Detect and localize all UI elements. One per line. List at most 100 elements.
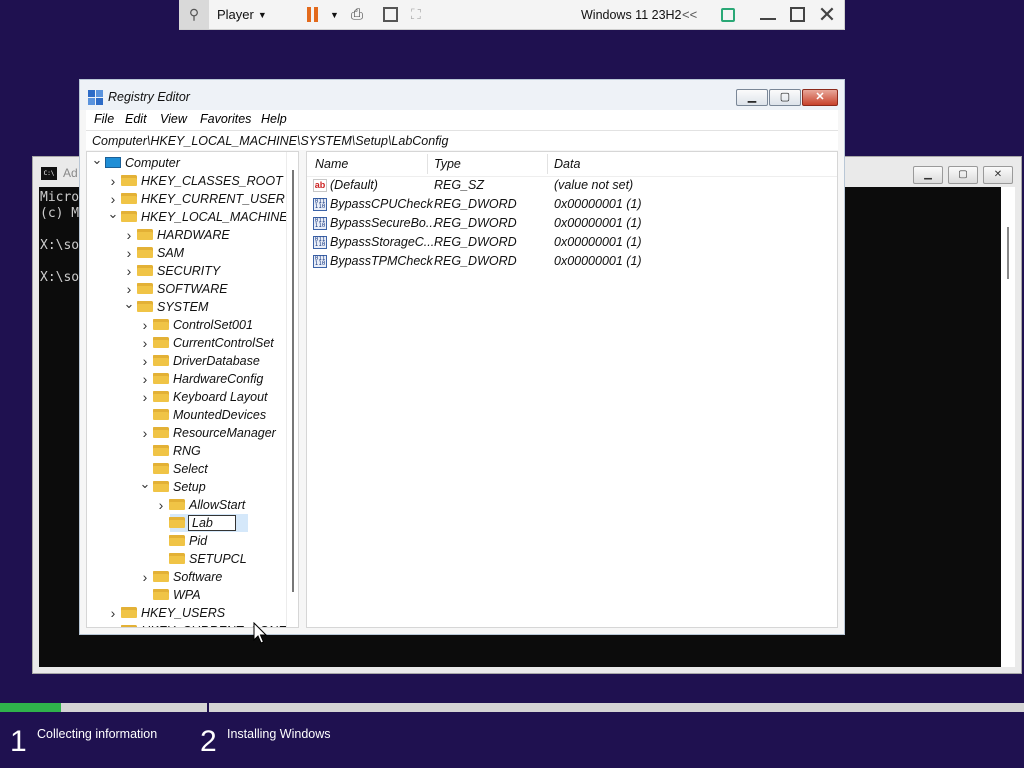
tree-item[interactable]: › HARDWARE: [121, 226, 230, 244]
folder-icon: [153, 337, 169, 348]
tree-item[interactable]: › HKEY_USERS: [105, 604, 225, 622]
tree-item-rename-field[interactable]: Lab: [188, 515, 236, 531]
chevron-right-icon[interactable]: ›: [137, 352, 153, 370]
tree-item[interactable]: › CurrentControlSet: [137, 334, 274, 352]
tree-item[interactable]: › HKEY_CLASSES_ROOT: [105, 172, 283, 190]
pause-icon[interactable]: [307, 0, 323, 29]
tree-item[interactable]: RNG: [137, 442, 201, 460]
chevron-down-icon[interactable]: ⌄: [137, 477, 153, 490]
pin-icon[interactable]: ⚲: [179, 0, 209, 29]
tree-item[interactable]: › Software: [137, 568, 223, 586]
value-row[interactable]: 011 110 BypassSecureBo... REG_DWORD 0x00000…: [307, 214, 837, 233]
tree-item[interactable]: › HKEY_CURRENT_USER: [105, 190, 285, 208]
value-row[interactable]: 011 110 BypassCPUCheck REG_DWORD 0x00000001…: [307, 195, 837, 214]
vm-name-label: Windows 11 23H2: [581, 7, 682, 22]
tree-item[interactable]: › HKEY_CURRENT_CONFIG: [105, 622, 298, 627]
address-bar[interactable]: Computer\HKEY_LOCAL_MACHINE\SYSTEM\Setup…: [86, 130, 838, 150]
chevron-right-icon[interactable]: ›: [137, 424, 153, 442]
value-row[interactable]: ab (Default) REG_SZ (value not set): [307, 176, 837, 195]
tree-item-label: WPA: [173, 588, 201, 602]
maximize-button[interactable]: ▢: [769, 89, 801, 106]
binary-value-icon: 011 110: [313, 217, 327, 230]
step-number: 1: [10, 725, 27, 758]
value-name: BypassSecureBo...: [330, 216, 437, 230]
console-maximize-button[interactable]: ▢: [948, 166, 978, 184]
tree-item[interactable]: › DriverDatabase: [137, 352, 260, 370]
tree-item[interactable]: › SOFTWARE: [121, 280, 228, 298]
chevron-right-icon[interactable]: ›: [137, 316, 153, 334]
console-scrollbar[interactable]: [1001, 187, 1015, 667]
minimize-icon[interactable]: [759, 0, 777, 29]
tree-item[interactable]: › ResourceManager: [137, 424, 276, 442]
tree-item[interactable]: › ControlSet001: [137, 316, 253, 334]
setup-progress-fill: [0, 703, 62, 712]
tree-item-label: HKEY_CLASSES_ROOT: [141, 174, 283, 188]
maximize-icon[interactable]: [788, 0, 806, 29]
folder-icon: [137, 301, 153, 312]
tree-item-label: HardwareConfig: [173, 372, 264, 386]
chevron-right-icon[interactable]: ›: [121, 262, 137, 280]
chevron-right-icon[interactable]: ›: [153, 496, 169, 514]
notes-icon[interactable]: [719, 0, 737, 29]
chevron-right-icon[interactable]: ›: [105, 622, 121, 627]
menu-view[interactable]: View: [160, 112, 187, 126]
values-list-pane[interactable]: Name Type Data ab (Default) REG_SZ (value n…: [306, 151, 838, 628]
chevron-right-icon[interactable]: ›: [121, 226, 137, 244]
tree-scrollbar[interactable]: [286, 152, 298, 627]
chevron-right-icon[interactable]: ›: [105, 604, 121, 622]
menu-edit[interactable]: Edit: [125, 112, 147, 126]
regedit-titlebar[interactable]: Registry Editor ▁ ▢ ✕: [80, 80, 844, 110]
unity-icon[interactable]: ⛶: [411, 0, 421, 29]
tree-item[interactable]: Pid: [153, 532, 207, 550]
tree-item[interactable]: › SECURITY: [121, 262, 221, 280]
folder-icon: [153, 427, 169, 438]
binary-value-icon: 011 110: [313, 236, 327, 249]
chevron-right-icon[interactable]: ›: [137, 388, 153, 406]
value-data: 0x00000001 (1): [554, 197, 642, 211]
tree-item[interactable]: › SAM: [121, 244, 184, 262]
value-row[interactable]: 011 110 BypassTPMCheck REG_DWORD 0x00000001…: [307, 252, 837, 271]
column-header-name[interactable]: Name: [315, 157, 348, 171]
chevron-down-icon[interactable]: ⌄: [89, 153, 105, 166]
chevron-right-icon[interactable]: ›: [137, 334, 153, 352]
tree-item-label: Setup: [173, 480, 206, 494]
tree-item[interactable]: ⌄ HKEY_LOCAL_MACHINE: [105, 207, 288, 226]
menu-file[interactable]: File: [94, 112, 114, 126]
tree-item[interactable]: WPA: [137, 586, 201, 604]
tree-item-label: SYSTEM: [157, 300, 209, 314]
value-row[interactable]: 011 110 BypassStorageC... REG_DWORD 0x00000…: [307, 233, 837, 252]
tree-item-label: CurrentControlSet: [173, 336, 274, 350]
close-button[interactable]: ✕: [802, 89, 838, 106]
menu-favorites[interactable]: Favorites: [200, 112, 251, 126]
menu-help[interactable]: Help: [261, 112, 287, 126]
chevron-down-icon[interactable]: ⌄: [105, 207, 121, 220]
column-header-data[interactable]: Data: [554, 157, 580, 171]
fit-guest-icon[interactable]: [380, 0, 400, 29]
tree-item[interactable]: › HardwareConfig: [137, 370, 264, 388]
tree-item[interactable]: ⌄ Setup: [137, 477, 206, 496]
collapse-toolbar-icon[interactable]: <<: [682, 0, 697, 29]
console-minimize-button[interactable]: ▁: [913, 166, 943, 184]
chevron-right-icon[interactable]: ›: [137, 568, 153, 586]
tree-item[interactable]: SETUPCL: [153, 550, 247, 568]
chevron-right-icon[interactable]: ›: [121, 244, 137, 262]
tree-item[interactable]: Lab: [153, 514, 236, 532]
key-tree-pane[interactable]: ⌄ Computer › HKEY_CLASSES_ROOT › HKEY_CURRENT…: [86, 151, 299, 628]
send-ctrl-alt-del-icon[interactable]: ⎙: [351, 0, 363, 29]
tree-item[interactable]: ⌄ SYSTEM: [121, 297, 209, 316]
chevron-down-icon[interactable]: ⌄: [121, 297, 137, 310]
tree-item[interactable]: › Keyboard Layout: [137, 388, 268, 406]
tree-item[interactable]: › AllowStart: [153, 496, 246, 514]
player-menu-button[interactable]: Player ▼: [217, 0, 289, 29]
tree-item[interactable]: MountedDevices: [137, 406, 266, 424]
close-icon[interactable]: ✕: [817, 0, 837, 29]
value-type: REG_SZ: [434, 178, 485, 192]
folder-icon: [169, 517, 185, 528]
chevron-right-icon[interactable]: ›: [105, 172, 121, 190]
chevron-right-icon[interactable]: ›: [137, 370, 153, 388]
column-header-type[interactable]: Type: [434, 157, 461, 171]
console-close-button[interactable]: ✕: [983, 166, 1013, 184]
pause-options-chevron-icon[interactable]: ▼: [330, 0, 339, 29]
tree-item[interactable]: ⌄ Computer: [89, 153, 180, 172]
minimize-button[interactable]: ▁: [736, 89, 768, 106]
